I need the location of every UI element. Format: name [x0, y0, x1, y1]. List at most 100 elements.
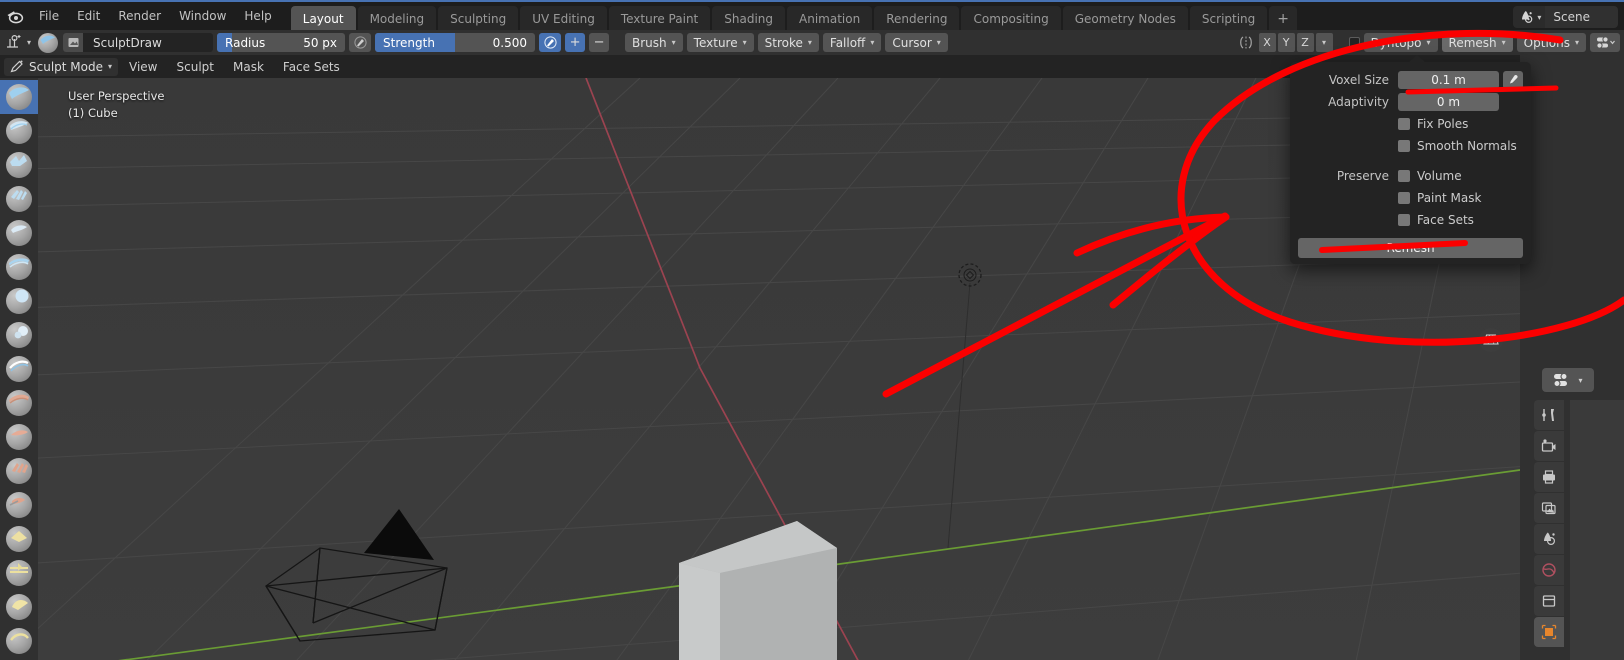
menu-window[interactable]: Window: [170, 5, 235, 27]
properties-tab-view-layer[interactable]: [1534, 493, 1564, 523]
stroke-menu[interactable]: Stroke ▾: [757, 33, 819, 52]
blender-logo-icon[interactable]: [0, 1, 30, 31]
workspace-tabs: Layout Modeling Sculpting UV Editing Tex…: [290, 1, 1298, 31]
cursor-menu[interactable]: Cursor ▾: [885, 33, 948, 52]
voxel-size-field[interactable]: 0.1 m: [1398, 71, 1499, 89]
tool-crease[interactable]: [0, 352, 38, 386]
adaptivity-label: Adaptivity: [1328, 95, 1389, 109]
scene-name-field[interactable]: Scene: [1545, 6, 1618, 28]
adaptivity-row: Adaptivity 0 m: [1290, 92, 1531, 112]
viewport-menu-face-sets[interactable]: Face Sets: [275, 58, 348, 76]
radius-pressure-icon[interactable]: [349, 33, 372, 52]
workspace-tab-uv-editing[interactable]: UV Editing: [520, 6, 607, 31]
smooth-normals-row: Smooth Normals: [1290, 136, 1531, 156]
add-workspace-button[interactable]: +: [1269, 6, 1298, 31]
tool-clay-strips[interactable]: [0, 182, 38, 216]
properties-tab-render[interactable]: [1534, 431, 1564, 461]
checkbox-icon: [1398, 192, 1410, 204]
dyntopo-checkbox[interactable]: [1348, 37, 1360, 48]
chevron-down-icon: ▾: [742, 38, 747, 47]
viewport-menu-mask[interactable]: Mask: [225, 58, 272, 76]
dyntopo-group: Dyntopo ▾: [1348, 33, 1438, 52]
active-tool-button[interactable]: ▾: [4, 33, 33, 52]
strength-pressure-icon[interactable]: [539, 33, 562, 52]
chevron-down-icon: ▾: [108, 62, 113, 71]
scene-selector: ▾ Scene: [1513, 6, 1618, 28]
remesh-action-button[interactable]: Remesh: [1298, 238, 1523, 258]
properties-tab-world[interactable]: [1534, 555, 1564, 585]
menu-edit[interactable]: Edit: [68, 5, 109, 27]
properties-tab-tool[interactable]: [1534, 400, 1564, 430]
symmetry-x-button[interactable]: X: [1258, 33, 1276, 52]
workspace-tab-texture-paint[interactable]: Texture Paint: [608, 6, 711, 31]
preserve-paint-mask-checkbox[interactable]: Paint Mask: [1398, 191, 1481, 205]
remesh-menu[interactable]: Remesh ▾: [1441, 33, 1513, 52]
options-menu[interactable]: Options ▾: [1516, 33, 1586, 52]
menu-file[interactable]: File: [30, 5, 68, 27]
tool-scrape[interactable]: [0, 488, 38, 522]
brush-datablock-field[interactable]: SculptDraw: [63, 33, 214, 52]
symmetry-group: X Y Z ▾: [1235, 33, 1333, 52]
workspace-tab-geometry-nodes[interactable]: Geometry Nodes: [1062, 6, 1188, 31]
brush-menu[interactable]: Brush ▾: [625, 33, 683, 52]
properties-tab-modifiers[interactable]: [1534, 617, 1564, 647]
fix-poles-checkbox[interactable]: Fix Poles: [1398, 117, 1468, 131]
tool-clay-thumb[interactable]: [0, 216, 38, 250]
tool-multiplane-scrape[interactable]: [0, 522, 38, 556]
tool-clay[interactable]: [0, 148, 38, 182]
workspace-tab-scripting[interactable]: Scripting: [1189, 6, 1268, 31]
tool-pinch[interactable]: [0, 556, 38, 590]
strength-slider[interactable]: Strength 0.500: [375, 33, 536, 52]
tool-settings-bar: ▾ SculptDraw Radius 50 px Strength 0.500…: [0, 30, 1624, 55]
preserve-volume-checkbox[interactable]: Volume: [1398, 169, 1462, 183]
mode-label: Sculpt Mode: [29, 59, 103, 74]
mode-selector[interactable]: Sculpt Mode ▾: [4, 57, 119, 76]
subtract-brush-button[interactable]: −: [589, 33, 610, 52]
editor-type-icon[interactable]: [1590, 33, 1620, 52]
falloff-menu[interactable]: Falloff ▾: [822, 33, 882, 52]
brush-sphere-icon[interactable]: [37, 32, 59, 53]
add-brush-button[interactable]: +: [565, 33, 586, 52]
dyntopo-menu[interactable]: Dyntopo ▾: [1363, 33, 1438, 52]
symmetry-dropdown[interactable]: ▾: [1315, 33, 1333, 52]
workspace-tab-modeling[interactable]: Modeling: [357, 6, 437, 31]
workspace-tab-shading[interactable]: Shading: [712, 6, 785, 31]
remesh-popover[interactable]: Voxel Size 0.1 m Adaptivity 0 m Fix Pole…: [1290, 55, 1531, 264]
viewport-menu-view[interactable]: View: [121, 58, 165, 76]
adaptivity-field[interactable]: 0 m: [1398, 93, 1499, 111]
properties-tab-scene[interactable]: [1534, 524, 1564, 554]
workspace-tab-rendering[interactable]: Rendering: [874, 6, 960, 31]
tool-blob[interactable]: [0, 318, 38, 352]
tool-inflate[interactable]: [0, 284, 38, 318]
radius-slider[interactable]: Radius 50 px: [217, 33, 346, 52]
tool-flatten[interactable]: [0, 420, 38, 454]
tool-draw-sharp[interactable]: [0, 114, 38, 148]
properties-tab-output[interactable]: [1534, 462, 1564, 492]
chevron-down-icon: ▾: [1426, 38, 1431, 47]
tool-smooth[interactable]: [0, 386, 38, 420]
properties-tab-object[interactable]: [1534, 586, 1564, 616]
brush-data-icon: [63, 33, 84, 52]
workspace-tab-sculpting[interactable]: Sculpting: [438, 6, 519, 31]
viewport-menu-sculpt[interactable]: Sculpt: [169, 58, 222, 76]
blender-window: File Edit Render Window Help Layout Mode…: [0, 0, 1624, 660]
scene-browse-button[interactable]: ▾: [1513, 6, 1546, 28]
menu-help[interactable]: Help: [235, 5, 280, 27]
tool-fill[interactable]: [0, 454, 38, 488]
tool-elastic-deform[interactable]: [0, 624, 38, 658]
properties-editor-icon[interactable]: ▾: [1542, 368, 1594, 392]
smooth-normals-checkbox[interactable]: Smooth Normals: [1398, 139, 1517, 153]
symmetry-z-button[interactable]: Z: [1296, 33, 1314, 52]
workspace-tab-animation[interactable]: Animation: [787, 6, 873, 31]
tool-grab[interactable]: [0, 590, 38, 624]
tool-layer[interactable]: [0, 250, 38, 284]
texture-menu[interactable]: Texture ▾: [686, 33, 754, 52]
tool-draw[interactable]: [0, 80, 38, 114]
workspace-tab-compositing[interactable]: Compositing: [961, 6, 1061, 31]
preserve-face-sets-checkbox[interactable]: Face Sets: [1398, 213, 1474, 227]
menu-render[interactable]: Render: [109, 5, 170, 27]
top-bar: File Edit Render Window Help Layout Mode…: [0, 0, 1624, 31]
symmetry-y-button[interactable]: Y: [1277, 33, 1295, 52]
eyedropper-icon[interactable]: [1503, 71, 1523, 89]
workspace-tab-layout[interactable]: Layout: [290, 6, 356, 31]
